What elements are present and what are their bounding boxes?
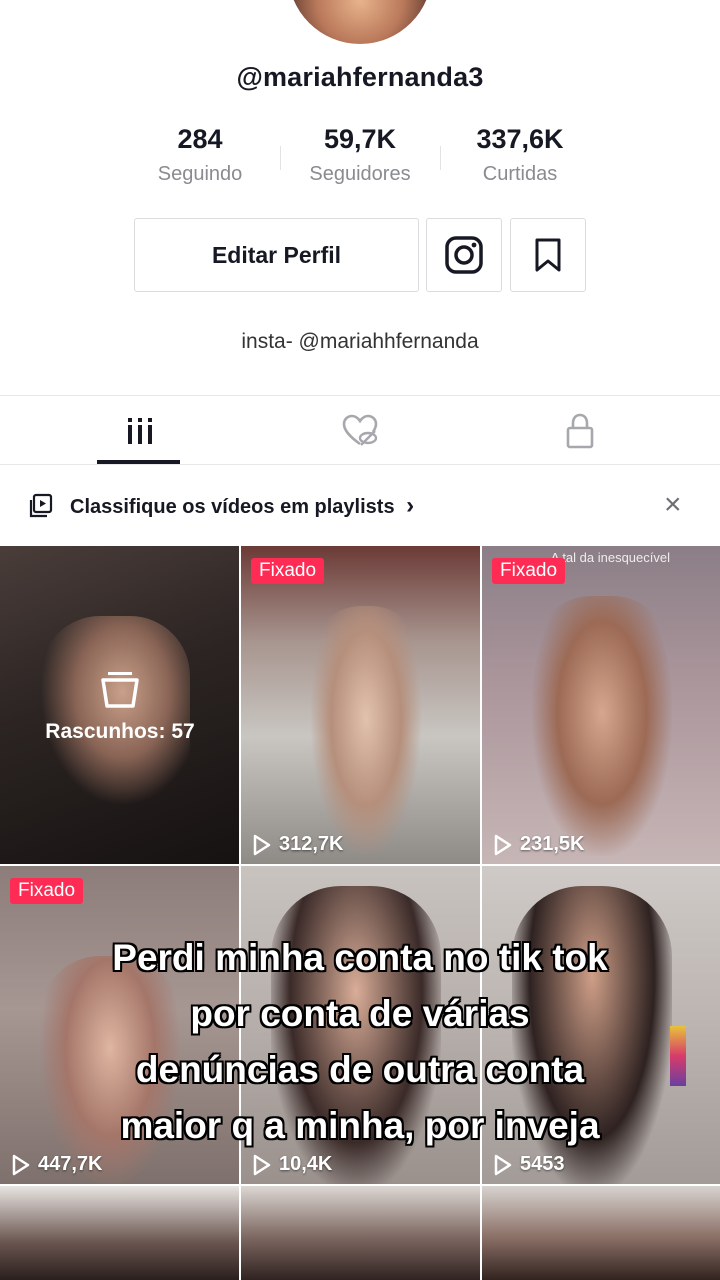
video-caption: A tal da inesquecível bbox=[550, 550, 670, 565]
stat-likes-label: Curtidas bbox=[482, 163, 558, 185]
pinned-badge: Fixado bbox=[492, 558, 566, 584]
stat-followers-value: 59,7K bbox=[323, 124, 397, 154]
video-tile[interactable] bbox=[482, 1186, 720, 1280]
thumbnail-image bbox=[40, 616, 190, 806]
video-grid: Rascunhos: 57 Fixado 312,7K A tal da ine… bbox=[0, 546, 720, 1280]
liked-hidden-icon bbox=[342, 414, 378, 446]
profile-avatar[interactable] bbox=[288, 0, 432, 44]
view-count: 447,7K bbox=[12, 1153, 103, 1176]
play-icon bbox=[253, 1154, 271, 1175]
stat-followers[interactable]: 59,7K Seguidores bbox=[280, 124, 440, 186]
lock-icon bbox=[566, 413, 594, 449]
overlay-line: denúncias de outra conta bbox=[135, 1048, 585, 1091]
tab-videos[interactable] bbox=[20, 398, 260, 464]
profile-bio: insta- @mariahhfernanda bbox=[241, 330, 479, 353]
overlay-caption: Perdi minha conta no tik tok por conta d… bbox=[40, 930, 680, 1154]
view-count-value: 5453 bbox=[520, 1153, 565, 1175]
thumbnail-image bbox=[532, 596, 672, 856]
play-icon bbox=[12, 1154, 30, 1175]
view-count-value: 447,7K bbox=[38, 1153, 103, 1175]
tab-liked[interactable] bbox=[240, 398, 480, 464]
profile-stats: 284 Seguindo 59,7K Seguidores 337,6K Cur… bbox=[0, 124, 720, 194]
playlist-icon bbox=[29, 493, 53, 518]
view-count: 231,5K bbox=[494, 833, 585, 856]
view-count: 312,7K bbox=[253, 833, 344, 856]
stat-following[interactable]: 284 Seguindo bbox=[120, 124, 280, 186]
playlist-banner-text[interactable]: Classifique os vídeos em playlists › bbox=[70, 492, 414, 520]
view-count: 5453 bbox=[494, 1153, 565, 1176]
pinned-badge: Fixado bbox=[251, 558, 325, 584]
play-icon bbox=[253, 834, 271, 855]
drafts-count: Rascunhos: 57 bbox=[45, 720, 195, 743]
play-icon bbox=[494, 1154, 512, 1175]
video-tile[interactable]: A tal da inesquecível Fixado 231,5K bbox=[482, 546, 720, 864]
drafts-icon bbox=[101, 672, 139, 708]
overlay-line: por conta de várias bbox=[190, 992, 531, 1035]
stat-likes[interactable]: 337,6K Curtidas bbox=[440, 124, 600, 186]
video-tile[interactable]: Fixado 312,7K bbox=[241, 546, 480, 864]
grid-icon bbox=[128, 418, 152, 444]
drafts-tile[interactable]: Rascunhos: 57 bbox=[0, 546, 239, 864]
close-icon[interactable]: × bbox=[664, 488, 682, 522]
stat-following-label: Seguindo bbox=[157, 163, 243, 185]
view-count-value: 10,4K bbox=[279, 1153, 333, 1175]
view-count-value: 231,5K bbox=[520, 833, 585, 855]
instagram-icon bbox=[445, 236, 483, 274]
tabs-divider bbox=[0, 464, 720, 465]
stat-likes-value: 337,6K bbox=[476, 124, 564, 154]
profile-username: @mariahfernanda3 bbox=[236, 62, 484, 92]
video-tile[interactable] bbox=[0, 1186, 239, 1280]
instagram-button[interactable] bbox=[426, 218, 502, 292]
favorites-button[interactable] bbox=[510, 218, 586, 292]
bookmark-icon bbox=[535, 238, 561, 272]
play-icon bbox=[494, 834, 512, 855]
overlay-line: maior q a minha, por inveja bbox=[120, 1104, 601, 1147]
chevron-right-icon: › bbox=[406, 492, 415, 519]
pinned-badge: Fixado bbox=[10, 878, 84, 904]
view-count: 10,4K bbox=[253, 1153, 332, 1176]
overlay-line: Perdi minha conta no tik tok bbox=[112, 936, 609, 979]
video-tile[interactable] bbox=[241, 1186, 480, 1280]
section-divider bbox=[0, 395, 720, 396]
edit-profile-button[interactable]: Editar Perfil bbox=[134, 218, 419, 292]
playlist-banner-label: Classifique os vídeos em playlists bbox=[70, 496, 395, 518]
stat-following-value: 284 bbox=[177, 124, 223, 154]
thumbnail-image bbox=[311, 606, 421, 856]
stat-followers-label: Seguidores bbox=[309, 163, 411, 185]
view-count-value: 312,7K bbox=[279, 833, 344, 855]
tab-private[interactable] bbox=[460, 398, 700, 464]
